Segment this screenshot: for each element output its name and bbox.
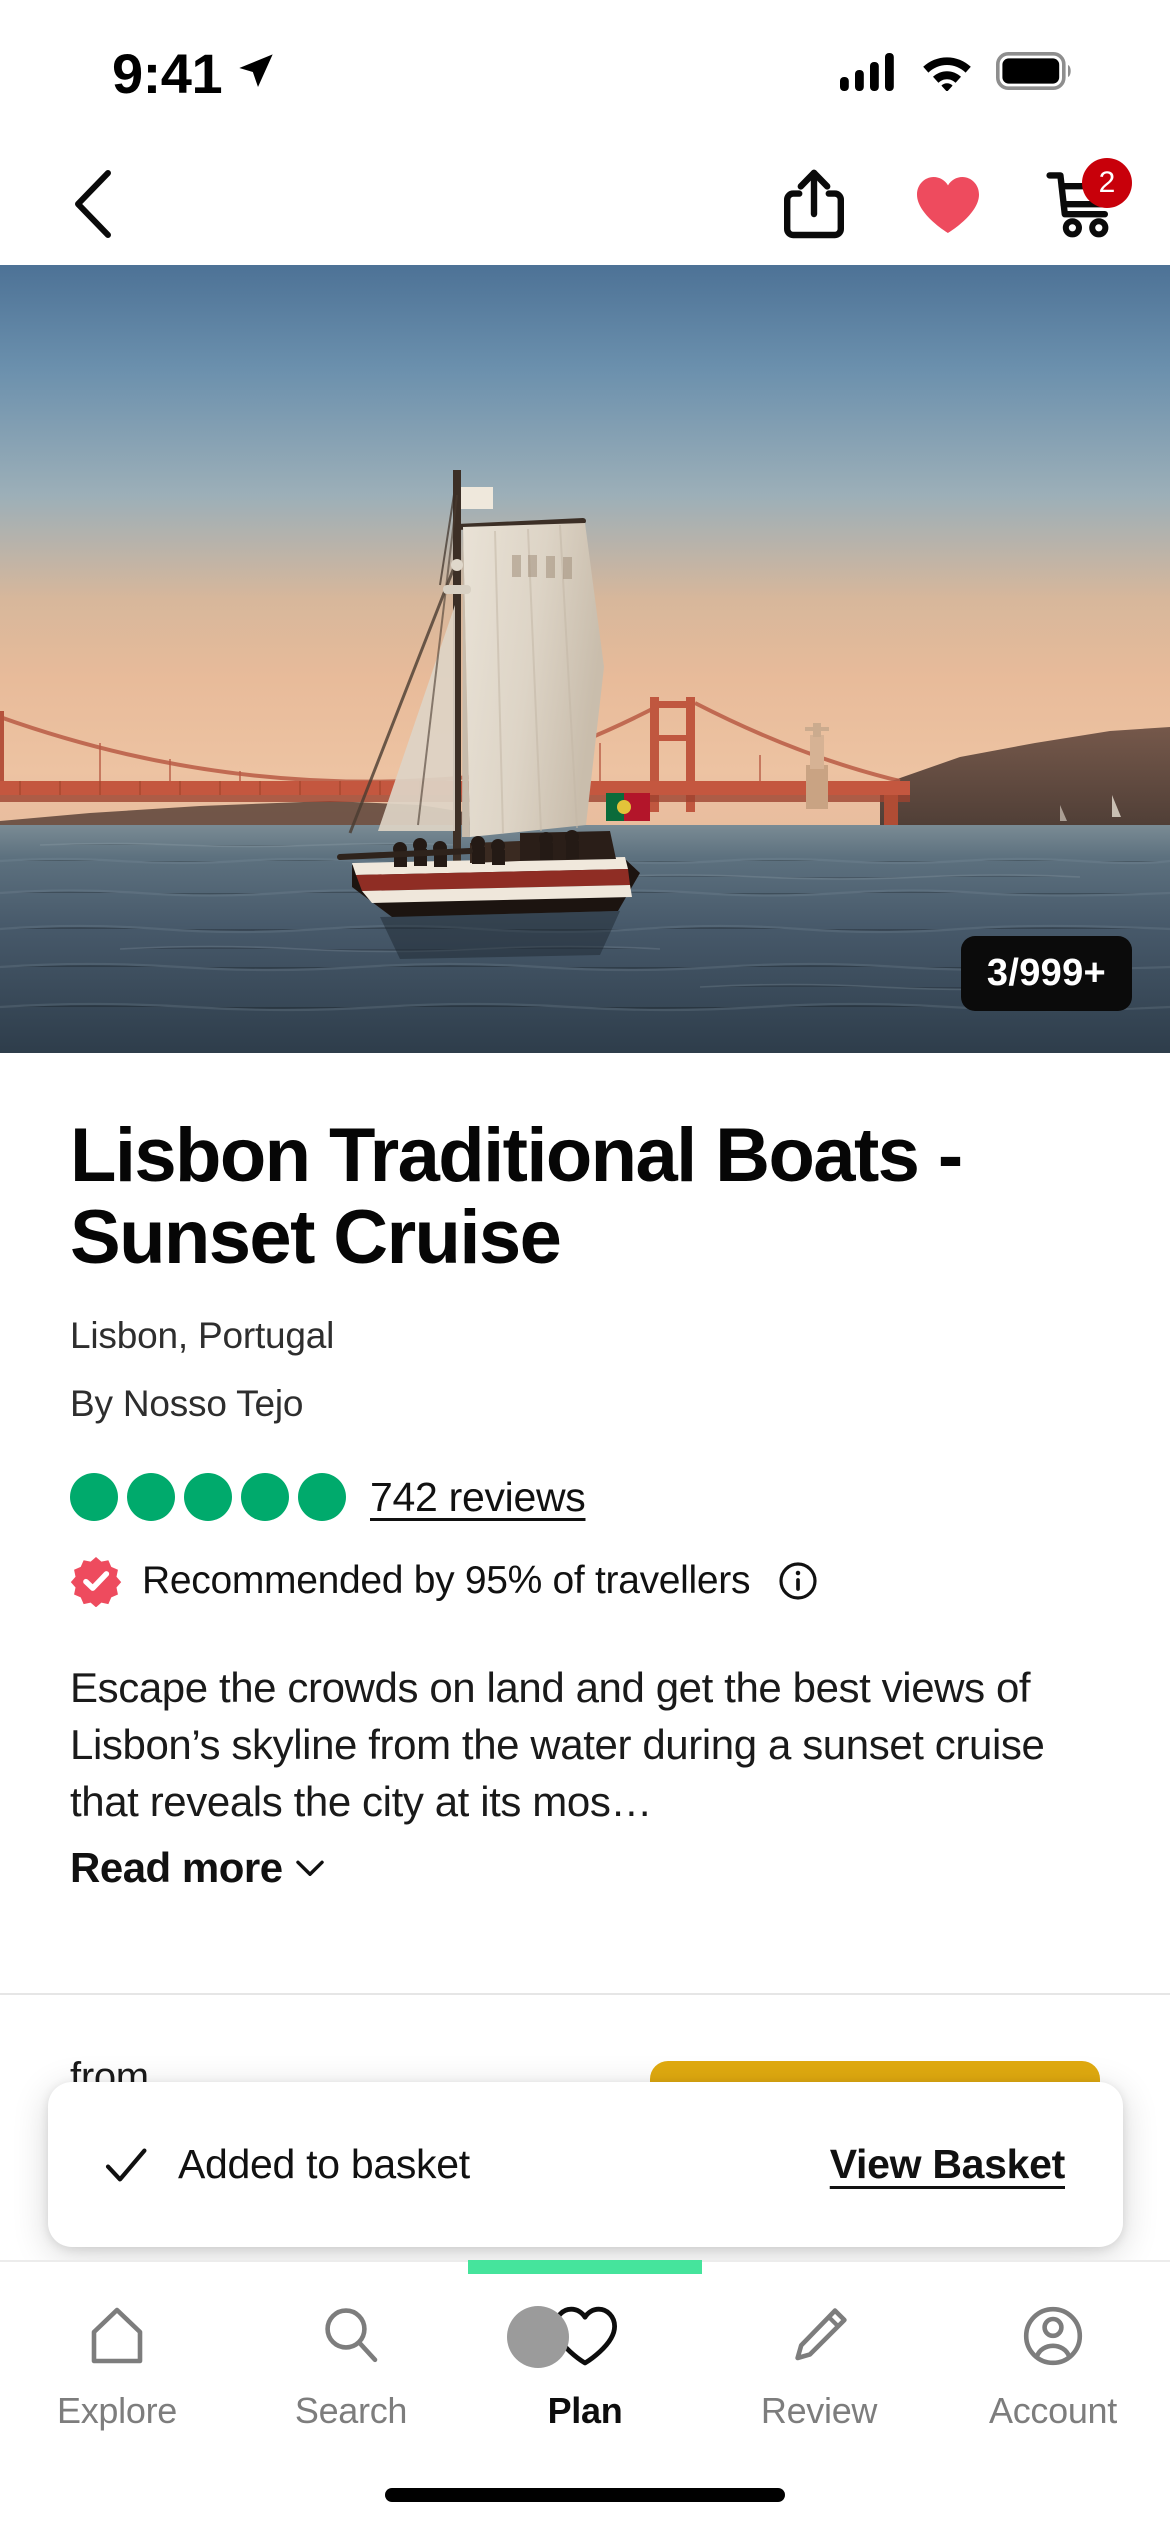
tab-review[interactable]: Review (702, 2300, 936, 2432)
rating-bubbles (70, 1473, 346, 1522)
tab-explore-icon-wrap (84, 2300, 150, 2372)
tab-search-label: Search (294, 2390, 408, 2431)
status-bar-right (840, 51, 1074, 91)
tab-search[interactable]: Search (234, 2300, 468, 2432)
tab-plan-label: Plan (547, 2390, 623, 2431)
cart-badge: 2 (1082, 157, 1132, 208)
rating-bubble (127, 1473, 175, 1522)
reviews-link[interactable]: 742 reviews (370, 1474, 586, 1521)
active-tab-indicator (468, 2260, 702, 2274)
read-more-button[interactable]: Read more (70, 1844, 327, 1892)
rating-bubble (241, 1473, 289, 1522)
tab-account[interactable]: Account (936, 2300, 1170, 2432)
tab-explore-label: Explore (57, 2390, 177, 2431)
recommended-row: Recommended by 95% of travellers (70, 1555, 1100, 1608)
share-icon (784, 169, 844, 238)
product-details: Lisbon Traditional Boats - Sunset Cruise… (0, 1053, 1170, 1893)
page-title: Lisbon Traditional Boats - Sunset Cruise (70, 1113, 963, 1281)
status-bar-left: 9:41 (112, 40, 276, 102)
tab-explore[interactable]: Explore (0, 2300, 234, 2432)
battery-full-icon (996, 52, 1071, 90)
user-circle-icon (1023, 2306, 1083, 2366)
tab-plan[interactable]: Plan (468, 2300, 702, 2432)
cart-button[interactable]: 2 (1046, 157, 1132, 240)
share-button[interactable] (778, 168, 850, 240)
product-description: Escape the crowds on land and get the be… (70, 1664, 1045, 1826)
view-basket-link[interactable]: View Basket (830, 2141, 1066, 2188)
rating-bubble (70, 1473, 118, 1522)
home-indicator (385, 2488, 785, 2502)
chevron-left-icon (75, 169, 111, 238)
recommended-text: Recommended by 95% of travellers (142, 1559, 751, 1603)
read-more-label: Read more (70, 1844, 283, 1892)
image-counter-badge: 3/999+ (960, 936, 1132, 1011)
app-screen: 9:41 2 3/999+ Lisbon Traditional Boats -… (0, 0, 1170, 2532)
tab-plan-icon-wrap (507, 2300, 619, 2372)
verified-check-badge-icon (70, 1557, 122, 1608)
tab-review-icon-wrap (786, 2300, 852, 2372)
home-outline-icon (91, 2307, 143, 2364)
hero-photo (0, 265, 1170, 1053)
magnifier-icon (325, 2308, 378, 2363)
pencil-icon (795, 2308, 847, 2361)
toast-left: Added to basket (102, 2141, 470, 2189)
added-to-basket-toast: Added to basket View Basket (48, 2082, 1123, 2247)
check-icon (105, 2148, 147, 2181)
toast-message: Added to basket (178, 2141, 470, 2187)
product-supplier: By Nosso Tejo (70, 1383, 304, 1425)
status-bar-clock: 9:41 (112, 42, 223, 105)
favourite-button[interactable] (912, 168, 984, 240)
plan-notification-dot (507, 2306, 569, 2368)
cellular-bars-icon (840, 53, 894, 91)
tab-search-icon-wrap (318, 2300, 384, 2372)
rating-row: 742 reviews (70, 1473, 1100, 1522)
hero-image-carousel[interactable]: 3/999+ (0, 265, 1170, 1053)
rating-bubble (298, 1473, 346, 1522)
navigation-bar: 2 (0, 142, 1170, 265)
wifi-icon (923, 57, 971, 91)
info-circle-icon[interactable] (778, 1561, 818, 1601)
nav-actions: 2 (778, 157, 1132, 240)
back-button[interactable] (58, 169, 128, 239)
rating-bubble (184, 1473, 232, 1522)
tab-review-label: Review (760, 2390, 878, 2431)
tab-account-label: Account (989, 2390, 1117, 2431)
location-arrow-icon (239, 54, 273, 87)
heart-filled-icon (917, 176, 979, 233)
tab-account-icon-wrap (1020, 2300, 1086, 2372)
product-location: Lisbon, Portugal (70, 1315, 335, 1357)
chevron-down-icon (295, 1861, 324, 1877)
status-bar: 9:41 (0, 0, 1170, 142)
